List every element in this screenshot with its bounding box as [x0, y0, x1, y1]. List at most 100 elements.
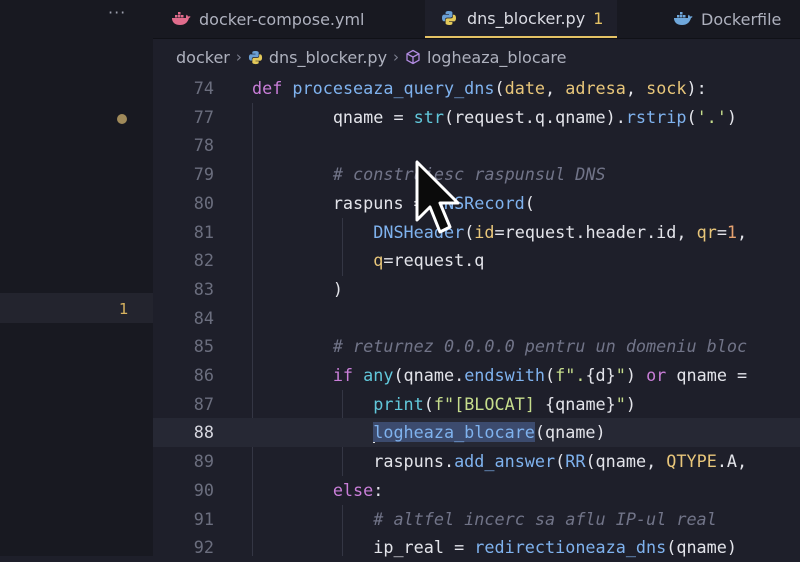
code-line[interactable]: 74 def proceseaza_query_dns(date, adresa,… [153, 74, 800, 103]
code-token: " [615, 393, 626, 414]
code-token: (request.q.qname). [443, 106, 626, 127]
code-token: =request.header.id, [494, 221, 697, 242]
tab-label: dns_blocker.py [467, 8, 586, 28]
code-token: raspuns = [252, 192, 434, 213]
sidebar-selected-row[interactable] [0, 293, 153, 323]
line-number: 78 [193, 135, 214, 156]
code-token: or [646, 365, 667, 385]
explorer-sidebar: ··· 1 [0, 0, 153, 556]
breadcrumb-folder[interactable]: docker [176, 48, 230, 67]
code-token: ) [252, 278, 343, 299]
code-token: {d} [585, 365, 616, 385]
code-line[interactable]: 91 # altfel incerc sa aflu IP-ul real [153, 505, 800, 534]
code-token: ( [545, 365, 556, 385]
code-text: def proceseaza_query_dns(date, adresa, s… [252, 74, 707, 103]
line-number: 86 [193, 365, 214, 385]
code-token: sock [646, 78, 687, 98]
code-line[interactable]: 84 [153, 304, 800, 333]
code-text: qname = str(request.q.qname).rstrip('.') [252, 103, 737, 132]
chevron-right-icon: › [393, 48, 400, 66]
mouse-pointer-icon [415, 160, 460, 234]
code-token: rstrip [625, 106, 687, 127]
code-editor[interactable]: 74 def proceseaza_query_dns(date, adresa,… [153, 74, 800, 557]
line-number: 83 [193, 278, 214, 299]
code-text: q=request.q [252, 246, 484, 275]
line-number: 87 [193, 393, 214, 414]
code-line[interactable]: 87 print(f"[BLOCAT] {qname}") [153, 390, 800, 419]
code-line[interactable]: 90 else: [153, 476, 800, 505]
code-line[interactable]: 81 DNSHeader(id=request.header.id, qr=1, [153, 218, 800, 247]
code-token: q [373, 250, 384, 271]
breadcrumb-file[interactable]: dns_blocker.py [269, 48, 387, 67]
line-number: 81 [193, 221, 214, 242]
problems-count-badge: 1 [119, 300, 129, 318]
code-token: raspuns. [252, 451, 455, 472]
code-line[interactable]: 80 raspuns = DNSRecord( [153, 189, 800, 218]
code-line[interactable]: 88 logheaza_blocare(qname) [153, 418, 800, 448]
line-number: 77 [193, 106, 214, 127]
problems-badge: 1 [593, 8, 604, 28]
code-text: ) [252, 275, 343, 304]
code-line[interactable]: 89 raspuns.add_answer(RR(qname, QTYPE.A, [153, 447, 800, 476]
code-token: ip_real = [252, 537, 475, 558]
code-text: ip_real = redirectioneaza_dns(qname) [252, 533, 737, 562]
cube-icon [405, 49, 421, 65]
code-text: DNSHeader(id=request.header.id, qr=1, [252, 218, 747, 247]
line-number: 85 [193, 336, 214, 357]
python-icon [439, 10, 459, 26]
tab-dockerfile[interactable]: Dockerfile [673, 0, 781, 38]
breadcrumb-symbol[interactable]: logheaza_blocare [427, 48, 566, 67]
line-number: 90 [193, 479, 214, 500]
code-token: {qname} [545, 393, 616, 414]
code-token: ( [524, 192, 535, 213]
code-token: id [474, 221, 495, 242]
code-line[interactable]: 79 # construiesc raspunsul DNS [153, 160, 800, 189]
code-line[interactable]: 77 qname = str(request.q.qname).rstrip('… [153, 103, 800, 132]
code-text: # returnez 0.0.0.0 pentru un domeniu blo… [252, 332, 747, 361]
code-text: logheaza_blocare(qname) [252, 418, 606, 447]
code-token: # altfel incerc sa aflu IP-ul real [373, 508, 717, 529]
code-token: ( [555, 451, 566, 472]
code-line[interactable]: 82 q=request.q [153, 246, 800, 275]
code-token: ( [464, 221, 475, 242]
code-token: (qname) [666, 537, 737, 558]
code-text: else: [252, 476, 384, 505]
code-text: # altfel incerc sa aflu IP-ul real [252, 505, 717, 534]
code-text: raspuns = DNSRecord( [252, 189, 535, 218]
code-text: if any(qname.endswith(f".{d}") or qname … [252, 361, 747, 390]
docker-icon [171, 11, 191, 27]
code-token: : [373, 479, 384, 500]
code-token: print [373, 393, 424, 414]
code-token: # returnez 0.0.0.0 pentru un domeniu blo… [332, 336, 748, 357]
code-token: 1 [726, 221, 738, 242]
code-line[interactable]: 85 # returnez 0.0.0.0 pentru un domeniu … [153, 332, 800, 361]
code-token: endswith [464, 365, 546, 385]
code-line[interactable]: 78 [153, 131, 800, 160]
code-token: ) [625, 393, 636, 414]
line-number: 79 [193, 164, 214, 185]
line-number: 92 [193, 537, 214, 558]
code-token: redirectioneaza_dns [474, 537, 667, 558]
code-token: , [545, 78, 566, 98]
more-actions-icon[interactable]: ··· [108, 3, 126, 22]
tab-docker-compose[interactable]: docker-compose.yml [171, 0, 365, 38]
code-token: (qname) [534, 422, 606, 443]
code-token: ) [625, 365, 647, 385]
chevron-right-icon: › [235, 48, 242, 66]
code-line[interactable]: 86 if any(qname.endswith(f".{d}") or qna… [153, 361, 800, 390]
code-token: any [363, 365, 394, 385]
code-line[interactable]: 83 ) [153, 275, 800, 304]
code-token: qr [696, 221, 717, 242]
tab-dns-blocker[interactable]: dns_blocker.py 1 [425, 0, 618, 38]
code-token: qname = [252, 106, 414, 127]
code-token: proceseaza_query_dns [292, 78, 495, 98]
tab-label: docker-compose.yml [199, 9, 365, 29]
code-token: ( [686, 106, 697, 127]
code-line[interactable]: 92 ip_real = redirectioneaza_dns(qname) [153, 533, 800, 562]
